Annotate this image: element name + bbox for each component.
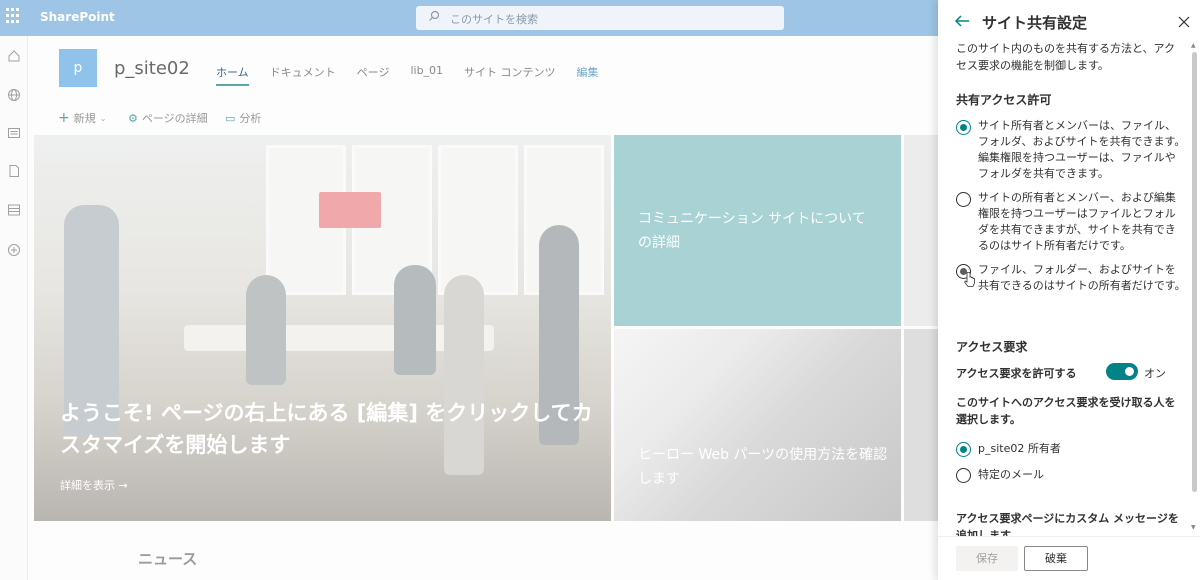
radio-button[interactable]: [956, 192, 971, 207]
nav-lib01[interactable]: lib_01: [410, 64, 443, 86]
document-icon[interactable]: [7, 164, 21, 178]
hero-tile-webpart-title: ヒーロー Web パーツの使用方法を確認します: [638, 447, 888, 487]
chevron-down-icon: ⌄: [99, 113, 107, 123]
search-input[interactable]: このサイトを検索: [416, 6, 784, 30]
search-icon: [429, 10, 440, 21]
panel-scrollbar[interactable]: ▲ ▼: [1190, 40, 1198, 536]
site-navigation: ホーム ドキュメント ページ lib_01 サイト コンテンツ 編集: [216, 64, 620, 86]
recipient-option-email-text: 特定のメール: [978, 468, 1044, 481]
nav-site-contents[interactable]: サイト コンテンツ: [464, 64, 556, 86]
hero-tile-right-bottom[interactable]: [904, 329, 938, 521]
hero-main-title: ようこそ! ページの右上にある [編集] をクリックしてカスタマイズを開始します: [60, 401, 593, 457]
create-icon[interactable]: [7, 243, 21, 257]
command-bar: + 新規 ⌄ ⚙ ページの詳細 ▭ 分析: [28, 104, 938, 130]
site-page: p p_site02 ホーム ドキュメント ページ lib_01 サイト コンテ…: [28, 36, 938, 580]
scroll-thumb[interactable]: [1192, 52, 1197, 492]
panel-title: サイト共有設定: [982, 14, 1088, 32]
sharing-option-2-text: サイトの所有者とメンバー、および編集権限を持つユーザーはファイルとフォルダを共有…: [978, 191, 1176, 252]
new-button[interactable]: + 新規 ⌄: [58, 110, 106, 126]
panel-footer: 保存 破棄: [938, 536, 1200, 580]
hero-tile-webpart[interactable]: ヒーロー Web パーツの使用方法を確認します: [614, 329, 901, 521]
panel-description: このサイト内のものを共有する方法と、アクセス要求の機能を制御します。: [956, 42, 1176, 72]
close-icon[interactable]: [1178, 16, 1190, 28]
allow-access-requests-toggle[interactable]: [1106, 363, 1138, 380]
allow-access-requests-label: アクセス要求を許可する: [956, 367, 1077, 380]
globe-icon[interactable]: [7, 88, 21, 102]
hero-see-details-link[interactable]: 詳細を表示 →: [60, 477, 128, 493]
analytics-label: 分析: [239, 112, 262, 125]
app-launcher-icon[interactable]: [6, 8, 22, 24]
recipient-option-owners-text: p_site02 所有者: [978, 442, 1061, 455]
site-title[interactable]: p_site02: [114, 58, 190, 79]
nav-pages[interactable]: ページ: [357, 64, 390, 86]
plus-icon: +: [58, 110, 70, 126]
page-details-label: ページの詳細: [141, 112, 208, 125]
custom-message-label: アクセス要求ページにカスタム メッセージを追加します: [956, 512, 1179, 536]
home-icon[interactable]: [7, 49, 21, 63]
app-brand[interactable]: SharePoint: [40, 10, 115, 24]
lists-icon[interactable]: [7, 203, 21, 217]
analytics-icon: ▭: [225, 111, 236, 125]
discard-button[interactable]: 破棄: [1024, 546, 1088, 571]
scroll-down-icon[interactable]: ▼: [1191, 524, 1196, 531]
mouse-cursor-icon: [964, 272, 975, 287]
sharing-option-1-text: サイト所有者とメンバーは、ファイル、フォルダ、およびサイトを共有できます。編集権…: [978, 119, 1186, 180]
site-sharing-panel: サイト共有設定 このサイト内のものを共有する方法と、アクセス要求の機能を制御しま…: [938, 0, 1200, 580]
hero-tile-main[interactable]: ようこそ! ページの右上にある [編集] をクリックしてカスタマイズを開始します…: [34, 135, 611, 521]
sharing-option-3-text: ファイル、フォルダー、およびサイトを共有できるのはサイトの所有者だけです。: [978, 263, 1186, 292]
panel-header: サイト共有設定: [938, 0, 1200, 40]
save-button[interactable]: 保存: [956, 546, 1018, 571]
gear-icon: ⚙: [128, 111, 138, 125]
news-icon[interactable]: [7, 126, 21, 140]
site-logo[interactable]: p: [59, 49, 97, 87]
radio-button[interactable]: [956, 468, 971, 483]
toggle-state-text: オン: [1144, 367, 1166, 380]
nav-documents[interactable]: ドキュメント: [270, 64, 336, 86]
news-heading: ニュース: [138, 550, 198, 568]
hero-web-part: ようこそ! ページの右上にある [編集] をクリックしてカスタマイズを開始します…: [34, 135, 938, 521]
panel-body: このサイト内のものを共有する方法と、アクセス要求の機能を制御します。 共有アクセ…: [938, 40, 1190, 536]
scroll-up-icon[interactable]: ▲: [1191, 42, 1196, 49]
hero-tile-communication-title: コミュニケーション サイトについての詳細: [638, 211, 866, 251]
nav-edit[interactable]: 編集: [577, 64, 599, 86]
radio-button[interactable]: [956, 442, 971, 457]
analytics-button[interactable]: ▭ 分析: [225, 110, 261, 126]
lamp-image: [319, 192, 381, 228]
new-label: 新規: [73, 112, 96, 125]
page-details-button[interactable]: ⚙ ページの詳細: [128, 110, 208, 126]
radio-button[interactable]: [956, 120, 971, 135]
hero-tile-right-top[interactable]: [904, 135, 938, 326]
hero-tile-communication[interactable]: コミュニケーション サイトについての詳細: [614, 135, 901, 326]
sharing-permissions-heading: 共有アクセス許可: [956, 93, 1052, 107]
left-app-rail: [0, 36, 28, 580]
nav-home[interactable]: ホーム: [216, 64, 249, 86]
access-requests-heading: アクセス要求: [956, 340, 1028, 354]
search-placeholder: このサイトを検索: [450, 13, 538, 26]
request-recipient-label: このサイトへのアクセス要求を受け取る人を選択します。: [956, 396, 1176, 426]
back-arrow-icon[interactable]: [954, 14, 970, 28]
